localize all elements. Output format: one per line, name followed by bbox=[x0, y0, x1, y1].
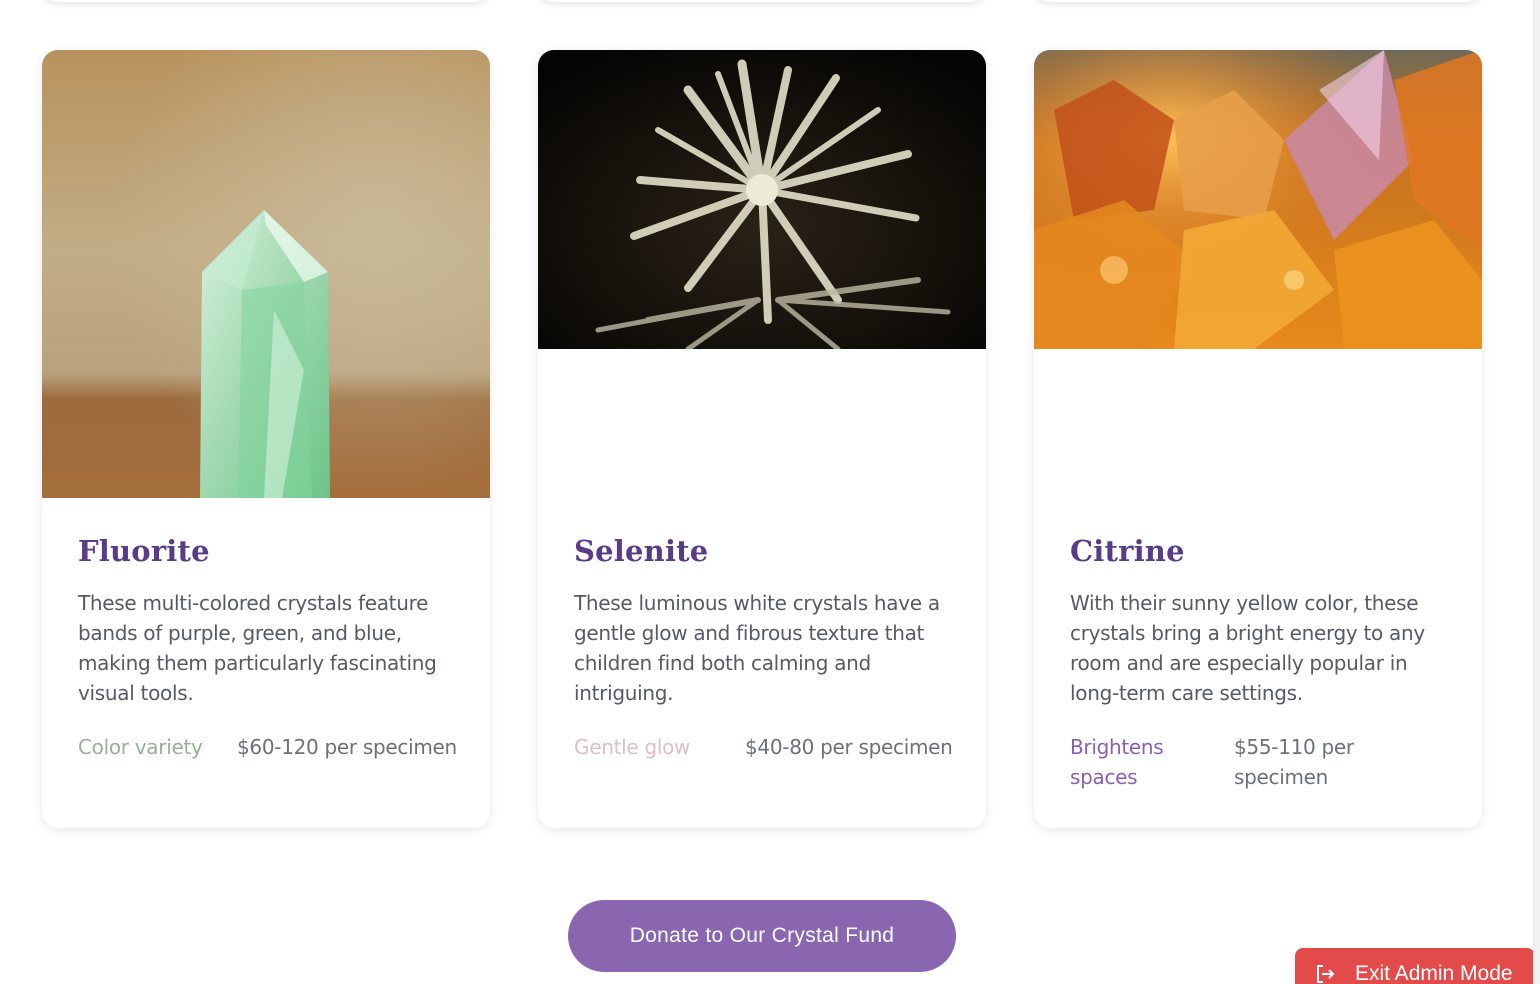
card-description: These multi-colored crystals feature ban… bbox=[78, 591, 437, 705]
fluorite-image bbox=[42, 50, 490, 498]
crystal-card-selenite[interactable]: Selenite These luminous white crystals h… bbox=[538, 50, 986, 828]
card-title: Fluorite bbox=[78, 534, 210, 568]
crystal-collection-page: Fluorite These multi-colored crystals fe… bbox=[0, 0, 1540, 984]
card-title: Selenite bbox=[574, 534, 709, 568]
scrollbar[interactable] bbox=[1533, 0, 1540, 984]
previous-card-edge bbox=[538, 0, 986, 2]
exit-admin-mode-button[interactable]: Exit Admin Mode bbox=[1295, 948, 1535, 984]
card-price: $40-80 per specimen bbox=[745, 735, 953, 759]
crystal-card-fluorite[interactable]: Fluorite These multi-colored crystals fe… bbox=[42, 50, 490, 828]
card-benefit-tag: Brightens spaces bbox=[1070, 735, 1164, 789]
card-title: Citrine bbox=[1070, 534, 1185, 568]
donate-button[interactable]: Donate to Our Crystal Fund bbox=[568, 900, 956, 972]
card-benefit-tag: Gentle glow bbox=[574, 735, 691, 759]
card-description: These luminous white crystals have a gen… bbox=[574, 591, 940, 705]
exit-icon bbox=[1317, 965, 1335, 983]
selenite-image bbox=[538, 50, 986, 349]
card-benefit-tag: Color variety bbox=[78, 735, 203, 759]
previous-card-edge bbox=[1034, 0, 1482, 2]
card-description: With their sunny yellow color, these cry… bbox=[1070, 591, 1425, 705]
exit-admin-mode-label: Exit Admin Mode bbox=[1355, 962, 1513, 984]
card-price: $60-120 per specimen bbox=[237, 735, 457, 759]
card-price: $55-110 per specimen bbox=[1234, 735, 1354, 789]
citrine-image bbox=[1034, 50, 1482, 349]
previous-card-edge bbox=[42, 0, 490, 2]
crystal-card-citrine[interactable]: Citrine With their sunny yellow color, t… bbox=[1034, 50, 1482, 828]
